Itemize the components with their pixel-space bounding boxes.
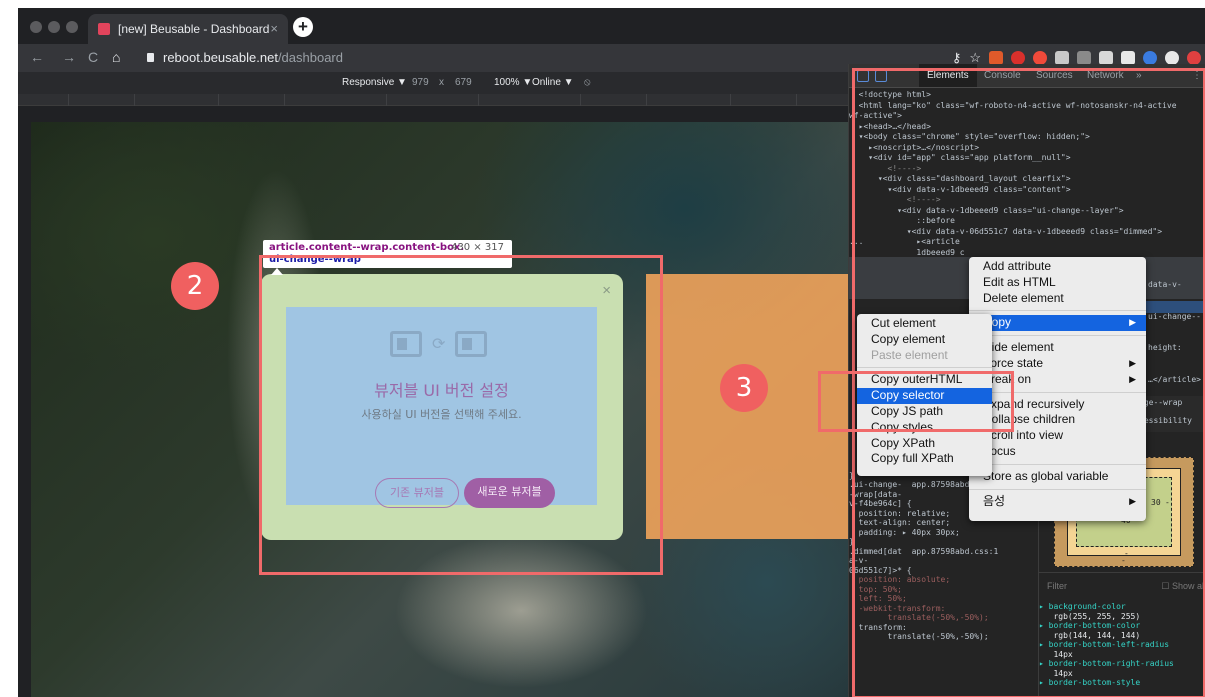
media-query-bars[interactable]	[18, 94, 848, 106]
url-path: /dashboard	[277, 50, 343, 65]
menu-paste-element[interactable]: Paste element	[857, 348, 992, 364]
menu-copy[interactable]: Copy ▶	[969, 315, 1146, 332]
extension-icon[interactable]	[1143, 51, 1157, 65]
menu-copy-xpath[interactable]: Copy XPath	[857, 436, 992, 452]
back-icon[interactable]: ←	[30, 49, 44, 65]
menu-hide-element[interactable]: Hide element	[969, 340, 1146, 356]
close-window-icon[interactable]	[30, 21, 42, 33]
menu-cut-element[interactable]: Cut element	[857, 316, 992, 332]
dimension-separator: x	[439, 77, 444, 88]
viewport-width-input[interactable]: 979	[412, 77, 429, 88]
menu-add-attribute[interactable]: Add attribute	[969, 259, 1146, 275]
annotation-box-2	[259, 255, 663, 575]
annotation-badge-2: 2	[171, 262, 219, 310]
viewport-height-input[interactable]: 679	[455, 77, 472, 88]
tab-title: [new] Beusable - Dashboard	[118, 22, 270, 36]
menu-edit-html[interactable]: Edit as HTML	[969, 275, 1146, 291]
submenu-arrow-icon: ▶	[1129, 373, 1136, 384]
maximize-window-icon[interactable]	[66, 21, 78, 33]
camera-icon[interactable]	[1099, 51, 1113, 65]
page-viewport: × ⟳ 뷰저블 UI 버전 설정 사용하실 UI 버전을 선택해 주세요. 기존…	[31, 122, 848, 697]
submenu-arrow-icon: ▶	[1129, 357, 1136, 368]
device-toolbar: Responsive ▼ 979 x 679 100% ▼ Online ▼ ⦸	[18, 72, 848, 94]
tab-strip: [new] Beusable - Dashboard × +	[18, 8, 1205, 44]
forward-icon[interactable]: →	[62, 49, 76, 65]
extension-icon[interactable]	[1165, 51, 1179, 65]
extension-icon[interactable]	[1077, 51, 1091, 65]
tooltip-dimensions: 430 × 317	[451, 242, 504, 253]
menu-speech[interactable]: 음성 ▶	[969, 494, 1146, 510]
browser-tab[interactable]: [new] Beusable - Dashboard ×	[88, 14, 288, 44]
tab-close-icon[interactable]: ×	[270, 21, 278, 36]
extension-icon[interactable]	[989, 51, 1003, 65]
address-bar[interactable]: reboot.beusable.net/dashboard	[163, 50, 343, 65]
favicon-icon	[98, 23, 110, 35]
extension-icon[interactable]	[1055, 51, 1069, 65]
minimize-window-icon[interactable]	[48, 21, 60, 33]
tooltip-selector: article.content--wrap.content-box.	[269, 242, 465, 253]
menu-store-global[interactable]: Store as global variable	[969, 469, 1146, 485]
menu-delete-element[interactable]: Delete element	[969, 291, 1146, 307]
submenu-arrow-icon: ▶	[1129, 317, 1136, 328]
network-throttle-select[interactable]: Online ▼	[532, 77, 574, 88]
menu-copy-full-xpath[interactable]: Copy full XPath	[857, 451, 992, 467]
adblock-icon[interactable]	[1011, 51, 1025, 65]
annotation-badge-3: 3	[720, 364, 768, 412]
submenu-arrow-icon: ▶	[1129, 495, 1136, 506]
menu-force-state[interactable]: Force state ▶	[969, 356, 1146, 372]
home-icon[interactable]: ⌂	[112, 49, 120, 65]
new-tab-button[interactable]: +	[293, 17, 313, 37]
menu-copy-element[interactable]: Copy element	[857, 332, 992, 348]
device-mode-select[interactable]: Responsive ▼	[342, 77, 407, 88]
extension-icon[interactable]	[1033, 51, 1047, 65]
lock-icon	[147, 53, 154, 62]
reload-icon[interactable]: C	[88, 49, 98, 65]
zoom-select[interactable]: 100% ▼	[494, 77, 532, 88]
extension-icon[interactable]	[1121, 51, 1135, 65]
url-host: reboot.beusable.net	[163, 50, 278, 65]
menu-force-state-label: Force state	[983, 355, 1044, 370]
menu-focus[interactable]: Focus	[969, 444, 1146, 460]
annotation-highlight-copy-selector	[818, 371, 1014, 432]
menu-speech-label: 음성	[983, 493, 1006, 508]
profile-icon[interactable]	[1187, 51, 1201, 65]
rotate-icon[interactable]: ⦸	[584, 77, 591, 88]
